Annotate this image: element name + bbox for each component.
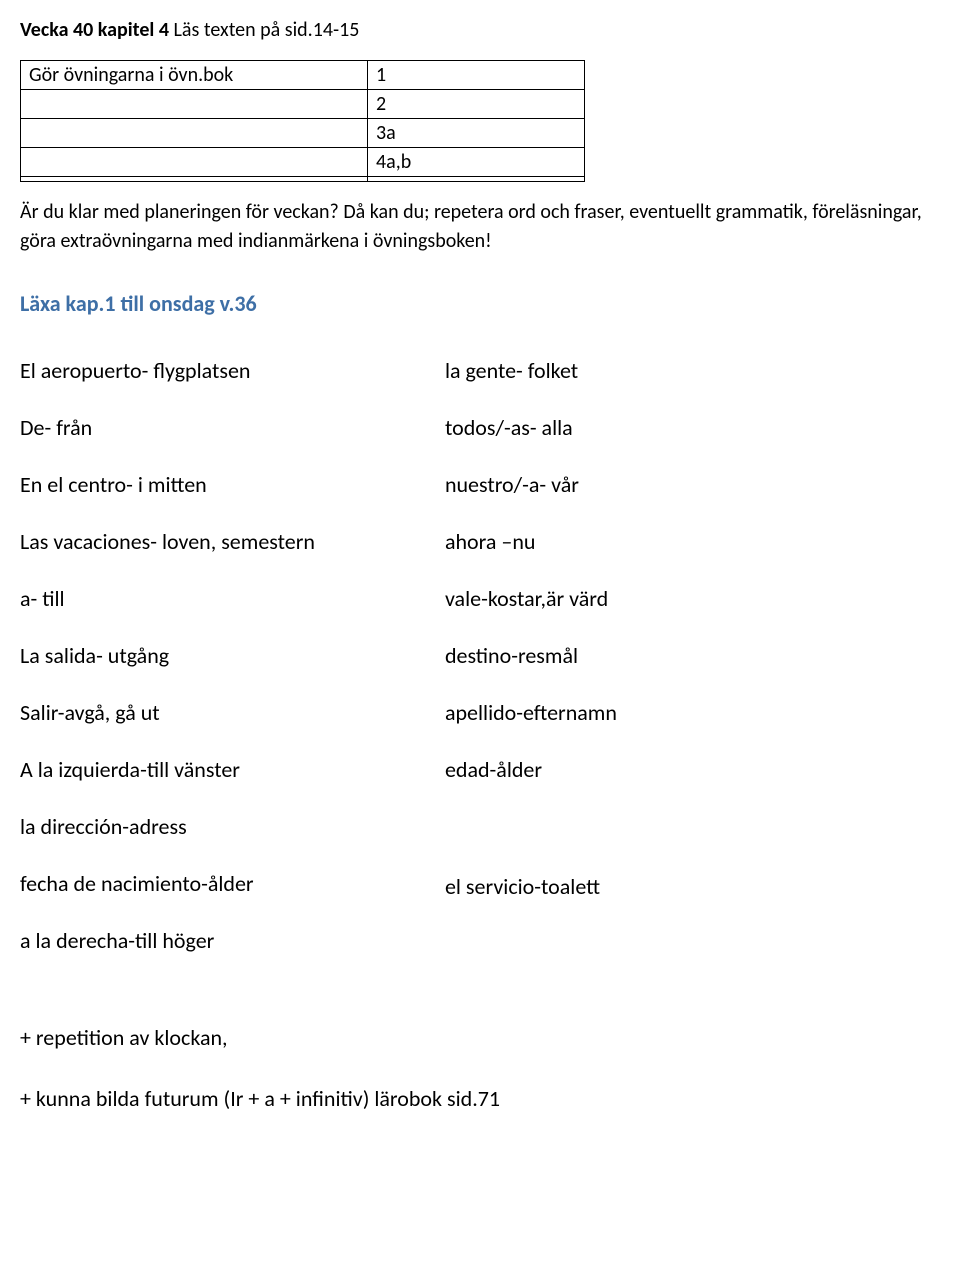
table-row: 2	[21, 90, 585, 119]
vocab-item: edad-ålder	[445, 756, 617, 783]
vocab-item: En el centro- i mitten	[20, 471, 315, 498]
exercise-value	[368, 177, 585, 182]
vocab-item: ahora –nu	[445, 528, 617, 555]
vocab-item: a la derecha-till höger	[20, 927, 315, 954]
table-row: 3a	[21, 119, 585, 148]
exercise-value: 3a	[368, 119, 585, 148]
intro-paragraph: Är du klar med planeringen för veckan? D…	[20, 198, 940, 256]
exercise-label-empty	[21, 177, 368, 182]
vocab-item: De- från	[20, 414, 315, 441]
document-page: Vecka 40 kapitel 4 Läs texten på sid.14-…	[0, 0, 960, 1186]
footer-notes: + repetition av klockan, + kunna bilda f…	[20, 1024, 940, 1112]
table-row	[21, 177, 585, 182]
exercise-label: Gör övningarna i övn.bok	[21, 61, 368, 90]
exercise-value: 2	[368, 90, 585, 119]
vocab-item: La salida- utgång	[20, 642, 315, 669]
table-row: 4a,b	[21, 148, 585, 177]
table-row: Gör övningarna i övn.bok 1	[21, 61, 585, 90]
vocab-item: vale-kostar,är värd	[445, 585, 617, 612]
vocab-item: todos/-as- alla	[445, 414, 617, 441]
header-rest: Läs texten på sid.14-15	[169, 18, 359, 42]
exercise-label-empty	[21, 148, 368, 177]
exercise-label-empty	[21, 119, 368, 148]
vocab-item: fecha de nacimiento-ålder	[20, 870, 315, 897]
vocab-item-empty	[445, 813, 617, 843]
header-bold: Vecka 40 kapitel 4	[20, 18, 169, 42]
vocab-item: Salir-avgå, gå ut	[20, 699, 315, 726]
vocab-item: el servicio-toalett	[445, 873, 617, 900]
vocab-item: Las vacaciones- loven, semestern	[20, 528, 315, 555]
vocab-right-column: la gente- folket todos/-as- alla nuestro…	[445, 357, 617, 984]
homework-subheading: Läxa kap.1 till onsdag v.36	[20, 290, 940, 317]
vocab-item: a- till	[20, 585, 315, 612]
exercise-label-empty	[21, 90, 368, 119]
footer-line-2: + kunna bilda futurum (Ir + a + infiniti…	[20, 1085, 940, 1112]
exercise-table: Gör övningarna i övn.bok 1 2 3a 4a,b	[20, 60, 585, 182]
vocab-columns: El aeropuerto- flygplatsen De- från En e…	[20, 357, 940, 984]
vocab-item: apellido-efternamn	[445, 699, 617, 726]
vocab-item: la dirección-adress	[20, 813, 315, 840]
footer-line-1: + repetition av klockan,	[20, 1024, 940, 1051]
vocab-item: la gente- folket	[445, 357, 617, 384]
vocab-item: nuestro/-a- vår	[445, 471, 617, 498]
page-header: Vecka 40 kapitel 4 Läs texten på sid.14-…	[20, 18, 940, 42]
vocab-item: destino-resmål	[445, 642, 617, 669]
vocab-item: A la izquierda-till vänster	[20, 756, 315, 783]
vocab-item: El aeropuerto- flygplatsen	[20, 357, 315, 384]
exercise-value: 1	[368, 61, 585, 90]
exercise-value: 4a,b	[368, 148, 585, 177]
vocab-left-column: El aeropuerto- flygplatsen De- från En e…	[20, 357, 315, 984]
